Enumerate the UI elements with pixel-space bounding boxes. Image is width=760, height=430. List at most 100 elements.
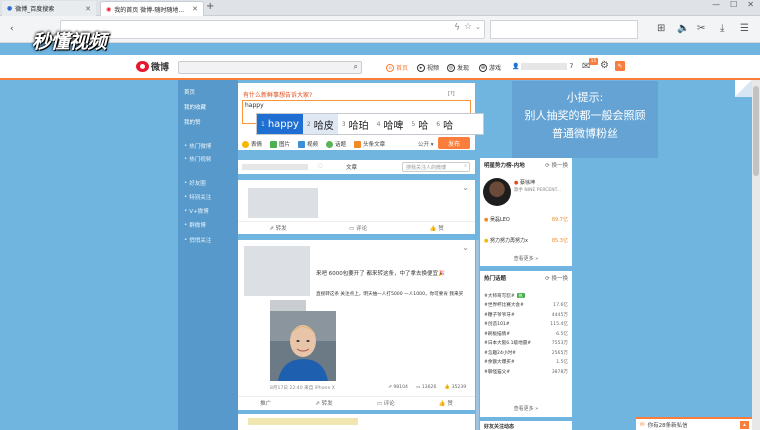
private-message-bar[interactable]: ✉ 你有28条新私信 ▴ (636, 417, 752, 430)
chevron-down-icon[interactable]: ⌄ (475, 23, 481, 31)
nav-discover[interactable]: ◎ 发现 (447, 63, 469, 72)
left-nav-friends[interactable]: • 好友圈 (184, 179, 206, 187)
back-icon[interactable]: ‹ (10, 24, 14, 34)
url-field[interactable]: ϟ ☆ ⌄ (60, 20, 485, 39)
page-corner-fold[interactable] (735, 80, 752, 97)
left-nav-vplus[interactable]: • V+微博 (184, 207, 209, 215)
close-window-button[interactable]: ✕ (747, 0, 754, 9)
hot-topic-row[interactable]: #大师哥写怼# 热 (480, 291, 572, 301)
left-nav-hot-video[interactable]: • 热门视频 (184, 155, 211, 163)
feed-scrollbar[interactable] (476, 240, 479, 430)
switch-button[interactable]: ⟳ 换一换 (545, 161, 568, 169)
tool-image[interactable]: 图片 (270, 140, 290, 148)
switch-button[interactable]: ⟳ 换一换 (545, 274, 568, 282)
rank-3-icon: ● (484, 238, 489, 244)
hot-topic-row[interactable]: #日本大阪6.1级地震# 7553万 (480, 339, 572, 349)
post-text-line2: 直接转这条 关注点上，明天抽一人打5000 一人1000，你可要肯 我来买 (316, 292, 464, 297)
repost-button[interactable]: ⇗ 转发 (269, 224, 286, 232)
group-label: 群微博 (189, 223, 206, 229)
maximize-button[interactable]: ☐ (730, 0, 737, 9)
browser-tab-baidu[interactable]: ● 微博_百度搜索 ✕ (2, 1, 96, 16)
hot-topic-row[interactable]: #刷板描情# 6.5亿 (480, 329, 572, 339)
like-button[interactable]: 👍 赞 (430, 224, 444, 232)
speaker-icon[interactable]: 🔈 (677, 23, 689, 34)
minimize-button[interactable]: — (712, 0, 720, 9)
hot-panel-more[interactable]: 查看更多 » (480, 405, 572, 412)
tool-article[interactable]: 头条文章 (354, 140, 385, 148)
post-photo[interactable] (270, 311, 336, 381)
star-panel-more[interactable]: 查看更多 » (480, 255, 572, 262)
tool-topic[interactable]: 话题 (326, 140, 346, 148)
feed-tab-placeholder[interactable]: ◌ (318, 163, 323, 169)
search-icon[interactable]: ⌕ (354, 62, 358, 72)
star-item[interactable]: ● 吴磊LEO 89.7亿 (484, 216, 568, 223)
left-nav-special[interactable]: • 特别关注 (184, 193, 211, 201)
gear-icon[interactable]: ⚙ (600, 60, 609, 71)
ime-candidate-2[interactable]: 2 哈皮 (302, 114, 338, 134)
repost-button[interactable]: ⇗ 转发 (315, 399, 332, 407)
comment-button[interactable]: ▭ 评论 (377, 399, 395, 407)
visibility-select[interactable]: 公开 ▾ (418, 140, 434, 148)
star-top-name[interactable]: ● 蔡徐坤 (514, 179, 535, 186)
menu-icon[interactable]: ☰ (740, 23, 749, 34)
scrollbar-thumb[interactable] (753, 86, 759, 176)
publish-button[interactable]: 发布 (438, 137, 470, 149)
edit-icon[interactable]: ✎ (615, 61, 625, 71)
hot-topic-row[interactable]: #聊怪猫父# 3878万 (480, 367, 572, 377)
ime-candidate-1[interactable]: 1 happy (257, 114, 303, 134)
star-item[interactable]: ● 努力努力再努力x 85.3亿 (484, 237, 568, 244)
blurred-content (248, 188, 318, 218)
weibo-search-input[interactable]: ⌕ (178, 61, 362, 74)
chevron-down-icon[interactable]: ⌄ (462, 183, 469, 192)
promote-button[interactable]: 推广 (260, 399, 271, 407)
close-icon[interactable]: ✕ (85, 5, 91, 13)
comment-button[interactable]: ▭ 评论 (349, 224, 367, 232)
new-tab-button[interactable]: + (206, 1, 214, 12)
search-icon[interactable]: ⌕ (464, 163, 467, 169)
ime-candidate-6[interactable]: 6哈 (432, 114, 457, 134)
ime-candidate-5[interactable]: 5哈 (407, 114, 432, 134)
nav-home[interactable]: ⌂ 首页 (386, 63, 408, 72)
download-icon[interactable]: ⤓ (720, 23, 724, 34)
stat-repost[interactable]: ⇗ 98104 (388, 385, 408, 390)
hot-topic-row[interactable]: #怎趣24小时# 2565万 (480, 348, 572, 358)
feed-search-input[interactable]: 搜我关注人的微博 ⌕ (402, 162, 470, 172)
hot-topic-row[interactable]: #鞭子爷爷牙# 4445万 (480, 310, 572, 320)
browser-search-field[interactable] (490, 20, 638, 39)
left-nav-home[interactable]: 首页 (184, 88, 195, 96)
browser-tab-weibo[interactable]: ◉ 我的首页 微博-随时随地... ✕ (100, 1, 204, 16)
stat-comment[interactable]: ▭ 13626 (416, 385, 436, 390)
candidate-text: 哈皮 (313, 120, 334, 132)
ime-candidate-4[interactable]: 4 哈啤 (373, 114, 408, 134)
star-icon[interactable]: ☆ (464, 22, 472, 32)
dot-icon: • (184, 143, 188, 149)
hot-topic-row[interactable]: #世界杯比赛大会# 17.6亿 (480, 301, 572, 311)
stat-like[interactable]: 👍 35239 (444, 385, 466, 390)
page-scrollbar[interactable] (752, 80, 760, 430)
grid-icon[interactable]: ⊞ (657, 23, 665, 34)
left-nav-hot-weibo[interactable]: • 热门微博 (184, 142, 211, 150)
close-icon[interactable]: ✕ (192, 5, 198, 13)
tool-emoji[interactable]: 表情 (242, 140, 262, 148)
left-nav-favorites[interactable]: 我的收藏 (184, 103, 206, 111)
lightning-icon[interactable]: ϟ (454, 23, 460, 33)
star-avatar[interactable] (483, 178, 511, 206)
scissors-icon[interactable]: ✂ (697, 23, 705, 34)
hot-topic-row[interactable]: #余额大爆买# 1.5亿 (480, 358, 572, 368)
nav-video[interactable]: ▸ 视频 (417, 63, 439, 72)
newbie-guide-link[interactable]: [?] (448, 91, 455, 97)
feed-tab-article[interactable]: 文章 (346, 163, 357, 171)
left-nav-group-weibo[interactable]: • 群微博 (184, 221, 206, 229)
nav-game[interactable]: ⊕ 游戏 (479, 63, 501, 72)
left-nav-likes[interactable]: 我的赞 (184, 118, 201, 126)
left-nav-secret[interactable]: • 悄悄关注 (184, 236, 211, 244)
tool-video[interactable]: 视频 (298, 140, 318, 148)
chat-expand-icon[interactable]: ▴ (740, 420, 749, 429)
ime-candidate-3[interactable]: 3 哈珀 (338, 114, 373, 134)
hot-topic-row[interactable]: #创造101# 115.4亿 (480, 320, 572, 330)
chevron-down-icon[interactable]: ⌄ (462, 243, 469, 252)
nav-user[interactable]: 👤 7 (512, 63, 573, 70)
weibo-logo[interactable]: 微博 (136, 60, 169, 73)
group-label: V+微博 (189, 209, 209, 215)
like-button[interactable]: 👍 赞 (439, 399, 453, 407)
